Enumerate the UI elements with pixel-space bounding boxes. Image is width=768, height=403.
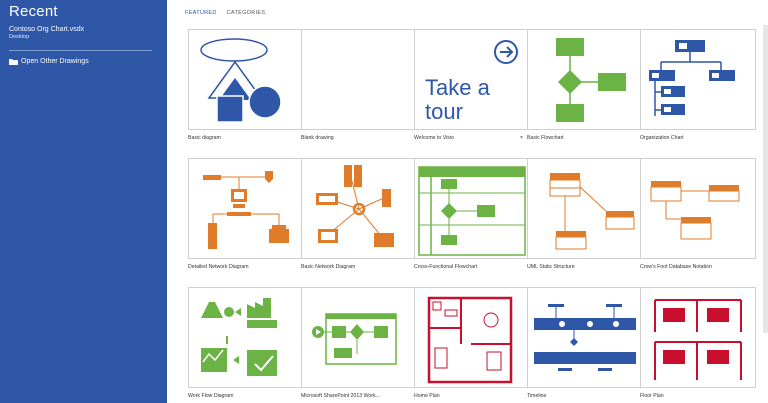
template-thumbnail xyxy=(414,158,530,259)
template-crows-foot-database-notation[interactable]: Crow's Foot Database Notation xyxy=(640,158,756,270)
template-thumbnail xyxy=(640,29,756,130)
template-welcome-to-visio[interactable]: Take a tour Welcome to Visio ▾ xyxy=(414,29,530,141)
sharepoint-workflow-icon xyxy=(312,313,397,365)
sidebar-divider xyxy=(9,50,152,51)
template-basic-network-diagram[interactable]: Basic Network Diagram xyxy=(301,158,417,270)
template-blank-drawing[interactable]: Blank drawing xyxy=(301,29,417,141)
template-organization-chart[interactable]: Organization Chart xyxy=(640,29,756,141)
swimlane-flowchart-icon xyxy=(418,166,526,256)
template-thumbnail xyxy=(301,158,417,259)
template-label: Home Plan xyxy=(414,393,440,399)
recent-file-item[interactable]: Contoso Org Chart.vsdx Desktop xyxy=(9,25,159,41)
basic-shapes-icon xyxy=(200,38,282,123)
database-table-icon xyxy=(650,181,740,240)
template-label: Detailed Network Diagram xyxy=(188,264,249,270)
template-label: Welcome to Visio xyxy=(414,135,454,141)
template-work-flow-diagram[interactable]: Work Flow Diagram xyxy=(188,287,304,399)
template-home-plan[interactable]: Home Plan xyxy=(414,287,530,399)
uml-class-icon xyxy=(549,173,635,250)
gallery-tabs: FEATURED CATEGORIES xyxy=(185,10,265,16)
template-label: Basic Flowchart xyxy=(527,135,564,141)
template-label: Timeline xyxy=(527,393,547,399)
template-label: Blank drawing xyxy=(301,135,334,141)
template-label: Work Flow Diagram xyxy=(188,393,234,399)
template-thumbnail xyxy=(301,287,417,388)
template-thumbnail xyxy=(640,158,756,259)
open-other-drawings-button[interactable]: Open Other Drawings xyxy=(9,58,89,65)
floor-plan-icon xyxy=(654,299,742,380)
template-label: UML Static Structure xyxy=(527,264,575,270)
arrow-right-circle-icon xyxy=(494,40,518,64)
template-basic-flowchart[interactable]: Basic Flowchart xyxy=(527,29,643,141)
tab-featured[interactable]: FEATURED xyxy=(185,10,217,16)
template-thumbnail: Take a tour xyxy=(414,29,530,130)
template-label: Cross-Functional Flowchart xyxy=(414,264,478,270)
template-thumbnail xyxy=(188,158,304,259)
template-label: Organization Chart xyxy=(640,135,684,141)
template-label: Basic diagram xyxy=(188,135,221,141)
template-uml-static-structure[interactable]: UML Static Structure xyxy=(527,158,643,270)
flowchart-icon xyxy=(556,38,626,122)
template-thumbnail xyxy=(640,287,756,388)
template-cross-functional-flowchart[interactable]: Cross-Functional Flowchart xyxy=(414,158,530,270)
template-thumbnail xyxy=(188,287,304,388)
template-thumbnail xyxy=(527,158,643,259)
recent-file-location: Desktop xyxy=(9,34,30,40)
workflow-icon xyxy=(201,298,277,376)
open-other-drawings-label: Open Other Drawings xyxy=(21,58,89,65)
sidebar: Recent Contoso Org Chart.vsdx Desktop Op… xyxy=(0,0,167,403)
template-floor-plan[interactable]: Floor Plan xyxy=(640,287,756,399)
pin-icon[interactable]: ▾ xyxy=(520,134,523,141)
template-thumbnail xyxy=(301,29,417,130)
template-label: Crow's Foot Database Notation xyxy=(640,264,712,270)
vertical-scrollbar[interactable] xyxy=(763,25,768,333)
home-plan-icon xyxy=(427,296,513,384)
template-thumbnail xyxy=(188,29,304,130)
template-thumbnail xyxy=(527,287,643,388)
template-thumbnail xyxy=(414,287,530,388)
recent-file-name: Contoso Org Chart.vsdx xyxy=(9,26,85,33)
template-label: Floor Plan xyxy=(640,393,664,399)
template-thumbnail xyxy=(527,29,643,130)
network-hub-icon xyxy=(316,165,394,247)
template-detailed-network-diagram[interactable]: Detailed Network Diagram xyxy=(188,158,304,270)
folder-icon xyxy=(9,58,18,65)
template-label: Microsoft SharePoint 2013 Work... xyxy=(301,393,380,399)
template-basic-diagram[interactable]: Basic diagram xyxy=(188,29,304,141)
network-diagram-icon xyxy=(203,171,289,249)
org-chart-icon xyxy=(649,40,735,116)
template-sharepoint-workflow[interactable]: Microsoft SharePoint 2013 Work... xyxy=(301,287,417,399)
template-gallery: FEATURED CATEGORIES Basic diagram Blank … xyxy=(167,0,768,403)
template-timeline[interactable]: Timeline xyxy=(527,287,643,399)
template-label: Basic Network Diagram xyxy=(301,264,356,270)
tab-categories[interactable]: CATEGORIES xyxy=(227,10,266,16)
sidebar-title: Recent xyxy=(9,3,58,20)
timeline-icon xyxy=(534,304,636,371)
